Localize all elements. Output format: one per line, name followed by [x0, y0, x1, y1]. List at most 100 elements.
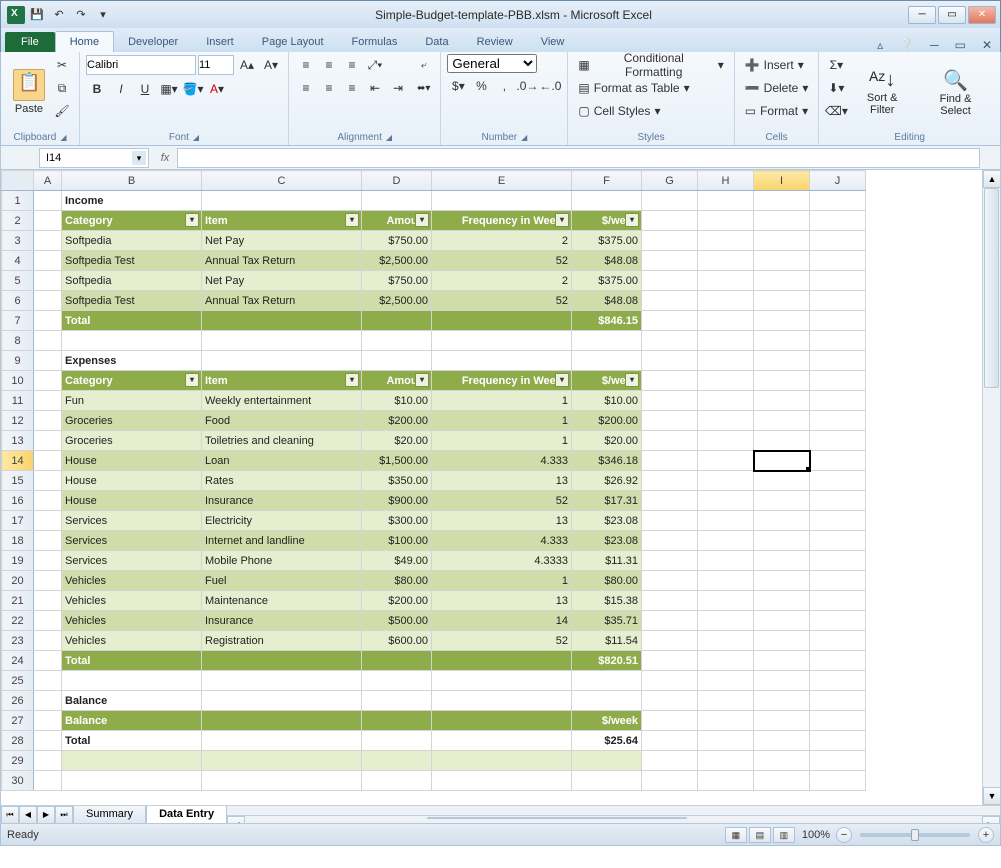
cell-D10[interactable]: Amount▾ [362, 371, 432, 391]
cell-B2[interactable]: Category▾ [62, 211, 202, 231]
cell-E12[interactable]: 1 [432, 411, 572, 431]
cell-F2[interactable]: $/week▾ [572, 211, 642, 231]
cell-A15[interactable] [34, 471, 62, 491]
shrink-font-button[interactable]: A▾ [260, 54, 282, 76]
row-header-24[interactable]: 24 [2, 651, 34, 671]
cell-C14[interactable]: Loan [202, 451, 362, 471]
cell-J23[interactable] [810, 631, 866, 651]
cell-F17[interactable]: $23.08 [572, 511, 642, 531]
cell-I17[interactable] [754, 511, 810, 531]
close-button[interactable]: ✕ [968, 6, 996, 24]
cell-B24[interactable]: Total [62, 651, 202, 671]
col-header-E[interactable]: E [432, 171, 572, 191]
cell-G24[interactable] [642, 651, 698, 671]
cell-B7[interactable]: Total [62, 311, 202, 331]
cell-F15[interactable]: $26.92 [572, 471, 642, 491]
cell-D19[interactable]: $49.00 [362, 551, 432, 571]
cell-I29[interactable] [754, 751, 810, 771]
cell-A19[interactable] [34, 551, 62, 571]
insert-cells-button[interactable]: ➕ Insert ▾ [741, 54, 813, 76]
cell-A12[interactable] [34, 411, 62, 431]
cell-I20[interactable] [754, 571, 810, 591]
cell-F10[interactable]: $/week▾ [572, 371, 642, 391]
cell-E9[interactable] [432, 351, 572, 371]
cell-C29[interactable] [202, 751, 362, 771]
comma-format-button[interactable]: , [493, 75, 515, 97]
cell-I30[interactable] [754, 771, 810, 791]
fx-icon[interactable]: fx [153, 152, 177, 164]
cell-J19[interactable] [810, 551, 866, 571]
filter-button[interactable]: ▾ [185, 373, 199, 387]
cell-C19[interactable]: Mobile Phone [202, 551, 362, 571]
cell-F30[interactable] [572, 771, 642, 791]
col-header-I[interactable]: I [754, 171, 810, 191]
cell-B11[interactable]: Fun [62, 391, 202, 411]
cell-G26[interactable] [642, 691, 698, 711]
row-header-12[interactable]: 12 [2, 411, 34, 431]
cell-I15[interactable] [754, 471, 810, 491]
cell-E22[interactable]: 14 [432, 611, 572, 631]
filter-button[interactable]: ▾ [555, 373, 569, 387]
row-header-1[interactable]: 1 [2, 191, 34, 211]
cell-G9[interactable] [642, 351, 698, 371]
cell-F18[interactable]: $23.08 [572, 531, 642, 551]
cell-H12[interactable] [698, 411, 754, 431]
cell-E20[interactable]: 1 [432, 571, 572, 591]
cell-D15[interactable]: $350.00 [362, 471, 432, 491]
cell-F9[interactable] [572, 351, 642, 371]
cell-B13[interactable]: Groceries [62, 431, 202, 451]
autosum-button[interactable]: Σ▾ [825, 54, 847, 76]
scroll-down-button[interactable]: ▼ [983, 787, 1001, 805]
cell-J29[interactable] [810, 751, 866, 771]
cell-B1[interactable]: Income [62, 191, 202, 211]
cell-F5[interactable]: $375.00 [572, 271, 642, 291]
clipboard-dialog-launcher[interactable]: ◢ [56, 133, 66, 142]
cell-I19[interactable] [754, 551, 810, 571]
cell-H16[interactable] [698, 491, 754, 511]
cell-C16[interactable]: Insurance [202, 491, 362, 511]
cell-G14[interactable] [642, 451, 698, 471]
cell-I14[interactable] [754, 451, 810, 471]
align-right-button[interactable]: ≡ [341, 77, 363, 99]
row-header-25[interactable]: 25 [2, 671, 34, 691]
cell-D14[interactable]: $1,500.00 [362, 451, 432, 471]
align-center-button[interactable]: ≡ [318, 77, 340, 99]
workbook-restore-button[interactable]: ▭ [947, 38, 974, 52]
cell-F29[interactable] [572, 751, 642, 771]
cell-J17[interactable] [810, 511, 866, 531]
cell-F27[interactable]: $/week [572, 711, 642, 731]
cell-D25[interactable] [362, 671, 432, 691]
cell-G12[interactable] [642, 411, 698, 431]
cell-J1[interactable] [810, 191, 866, 211]
cell-H2[interactable] [698, 211, 754, 231]
row-header-9[interactable]: 9 [2, 351, 34, 371]
cell-I13[interactable] [754, 431, 810, 451]
cell-D21[interactable]: $200.00 [362, 591, 432, 611]
cell-A18[interactable] [34, 531, 62, 551]
col-header-J[interactable]: J [810, 171, 866, 191]
tab-home[interactable]: Home [55, 31, 114, 52]
cell-J4[interactable] [810, 251, 866, 271]
col-header-A[interactable]: A [34, 171, 62, 191]
cell-H15[interactable] [698, 471, 754, 491]
cell-H1[interactable] [698, 191, 754, 211]
find-select-button[interactable]: 🔍 Find & Select [917, 54, 994, 130]
cell-I28[interactable] [754, 731, 810, 751]
row-header-13[interactable]: 13 [2, 431, 34, 451]
cell-C23[interactable]: Registration [202, 631, 362, 651]
cell-F4[interactable]: $48.08 [572, 251, 642, 271]
cell-A8[interactable] [34, 331, 62, 351]
sheet-nav-next[interactable]: ▶ [37, 806, 55, 824]
row-header-6[interactable]: 6 [2, 291, 34, 311]
cell-G15[interactable] [642, 471, 698, 491]
cell-J2[interactable] [810, 211, 866, 231]
bold-button[interactable]: B [86, 78, 108, 100]
cell-J26[interactable] [810, 691, 866, 711]
cell-C24[interactable] [202, 651, 362, 671]
cell-D22[interactable]: $500.00 [362, 611, 432, 631]
cell-G11[interactable] [642, 391, 698, 411]
cell-G23[interactable] [642, 631, 698, 651]
cell-C30[interactable] [202, 771, 362, 791]
increase-indent-button[interactable]: ⇥ [387, 77, 409, 99]
cell-F8[interactable] [572, 331, 642, 351]
